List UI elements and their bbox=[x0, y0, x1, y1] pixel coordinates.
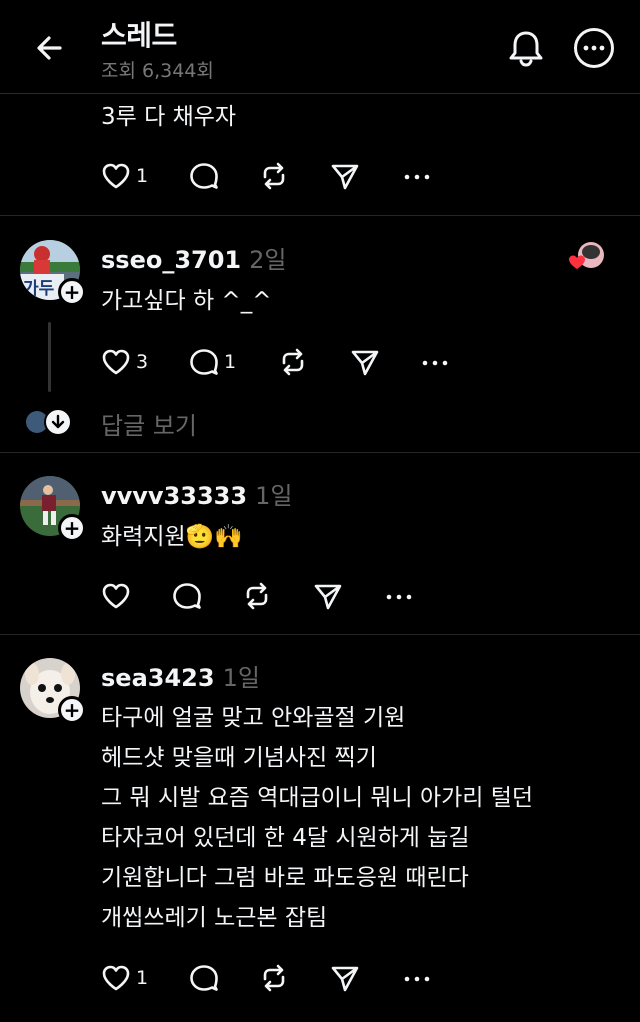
divider bbox=[0, 215, 640, 216]
divider bbox=[0, 452, 640, 453]
post-text: 타구에 얼굴 맞고 안와골절 기원 헤드샷 맞을때 기념사진 찍기 그 뭐 시발… bbox=[101, 698, 533, 938]
share-button[interactable] bbox=[329, 156, 361, 196]
send-icon bbox=[331, 164, 359, 190]
more-options-button[interactable] bbox=[384, 576, 414, 616]
top-bar: 스레드 조회 6,344회 bbox=[0, 0, 640, 94]
post-text-line: 그 뭐 시발 요즘 역대급이니 뭐니 아가리 털던 bbox=[101, 785, 534, 811]
heart-icon bbox=[102, 163, 130, 189]
comment-icon bbox=[190, 965, 218, 991]
like-count: 1 bbox=[136, 967, 149, 989]
page-title: 스레드 bbox=[101, 19, 177, 52]
heart-icon bbox=[102, 965, 130, 991]
username-row: vvvv33333 1일 bbox=[101, 476, 292, 511]
post-text: 화력지원🫡🙌 bbox=[101, 524, 243, 550]
post-text-line: 기원합니다 그럼 바로 파도응원 때린다 bbox=[101, 865, 469, 891]
username[interactable]: sseo_3701 bbox=[101, 246, 241, 274]
reply-button[interactable] bbox=[188, 156, 220, 196]
send-icon bbox=[331, 966, 359, 992]
share-button[interactable] bbox=[312, 576, 344, 616]
liked-by-author-indicator bbox=[566, 242, 606, 272]
arrow-left-icon[interactable] bbox=[30, 28, 70, 68]
share-button[interactable] bbox=[329, 958, 361, 998]
reply-button[interactable]: 1 bbox=[188, 342, 236, 382]
follow-plus-button[interactable]: + bbox=[58, 278, 86, 306]
share-button[interactable] bbox=[349, 342, 381, 382]
more-options-button[interactable] bbox=[402, 156, 432, 196]
arrow-down-circle-icon bbox=[44, 408, 72, 436]
follow-plus-button[interactable]: + bbox=[58, 514, 86, 542]
send-icon bbox=[314, 584, 342, 610]
like-button[interactable]: 1 bbox=[100, 156, 148, 196]
repost-button[interactable] bbox=[241, 576, 273, 616]
send-icon bbox=[351, 350, 379, 376]
reply-count: 1 bbox=[224, 351, 237, 373]
action-row: 1 bbox=[100, 958, 440, 998]
username-row: sseo_3701 2일 bbox=[101, 240, 287, 275]
more-options-button[interactable] bbox=[402, 958, 432, 998]
bell-icon[interactable] bbox=[504, 26, 548, 70]
like-button[interactable]: 3 bbox=[100, 342, 148, 382]
post-time: 2일 bbox=[249, 246, 287, 274]
heart-icon bbox=[102, 349, 130, 375]
ellipsis-icon bbox=[404, 976, 430, 982]
comment-icon bbox=[190, 163, 218, 189]
divider bbox=[0, 634, 640, 635]
reply-button[interactable] bbox=[188, 958, 220, 998]
action-row: 3 1 bbox=[100, 342, 460, 382]
ellipsis-icon bbox=[386, 594, 412, 600]
action-row: 1 bbox=[100, 156, 440, 196]
post-time: 1일 bbox=[255, 482, 293, 510]
view-replies-link[interactable]: 답글 보기 bbox=[101, 406, 197, 441]
more-options-button[interactable] bbox=[420, 342, 450, 382]
repost-button[interactable] bbox=[258, 958, 290, 998]
reply-text: 3루 다 채우자 bbox=[101, 104, 237, 130]
comment-icon bbox=[173, 583, 201, 609]
repost-icon bbox=[246, 582, 268, 610]
repost-icon bbox=[282, 348, 304, 376]
like-count: 3 bbox=[136, 351, 149, 373]
repost-button[interactable] bbox=[277, 342, 309, 382]
comment-icon bbox=[190, 349, 218, 375]
more-circle-icon[interactable] bbox=[572, 26, 616, 70]
heart-filled-icon bbox=[569, 255, 585, 269]
username-row: sea3423 1일 bbox=[101, 658, 260, 693]
repost-icon bbox=[263, 964, 285, 992]
like-count: 1 bbox=[136, 165, 149, 187]
ellipsis-icon bbox=[422, 360, 448, 366]
like-button[interactable]: 1 bbox=[100, 958, 148, 998]
repost-icon bbox=[263, 162, 285, 190]
post-text-line: 타구에 얼굴 맞고 안와골절 기원 bbox=[101, 705, 406, 731]
follow-plus-button[interactable]: + bbox=[58, 696, 86, 724]
like-button[interactable] bbox=[100, 576, 132, 616]
ellipsis-icon bbox=[404, 174, 430, 180]
repost-button[interactable] bbox=[258, 156, 290, 196]
thread-line bbox=[48, 322, 51, 392]
view-count: 조회 6,344회 bbox=[101, 60, 214, 82]
avatar-sign-text: 가두 bbox=[23, 279, 55, 299]
username[interactable]: sea3423 bbox=[101, 664, 215, 692]
post-text-line: 타자코어 있던데 한 4달 시원하게 눕길 bbox=[101, 825, 470, 851]
username[interactable]: vvvv33333 bbox=[101, 482, 247, 510]
post-time: 1일 bbox=[222, 664, 260, 692]
post-text: 가고싶다 하 ^_^ bbox=[101, 288, 272, 314]
view-replies-avatars[interactable] bbox=[26, 408, 74, 436]
reply-button[interactable] bbox=[171, 576, 203, 616]
heart-icon bbox=[102, 583, 130, 609]
post-text-line: 헤드샷 맞을때 기념사진 찍기 bbox=[101, 745, 377, 771]
post-text-line: 개씹쓰레기 노근본 잡팀 bbox=[101, 905, 328, 931]
action-row bbox=[100, 576, 440, 616]
